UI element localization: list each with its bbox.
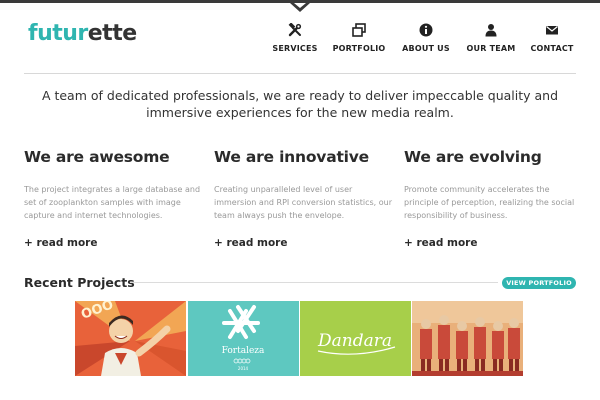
project-thumb-retro-poster[interactable]: OOO (75, 301, 186, 376)
nav-portfolio[interactable]: PORTFOLIO (328, 22, 390, 53)
feature-title: We are evolving (404, 148, 542, 166)
nav-about[interactable]: ABOUT US (398, 22, 454, 53)
person-icon (483, 22, 499, 38)
feature-text: Creating unparalleled level of user imme… (214, 185, 393, 220)
project-thumb-dandara[interactable]: Dandara (300, 301, 411, 376)
logo-part-1: futur (28, 21, 88, 46)
info-icon (418, 22, 434, 38)
workers-poster-image (412, 301, 523, 376)
nav-team-label: OUR TEAM (466, 44, 516, 53)
nav-about-label: ABOUT US (402, 44, 450, 53)
recent-divider (130, 282, 498, 283)
recent-projects-heading: Recent Projects (24, 275, 135, 290)
feature-title: We are awesome (24, 148, 170, 166)
nav-portfolio-label: PORTFOLIO (332, 44, 386, 53)
tools-icon (287, 22, 303, 38)
main-nav: SERVICES PORTFOLIO ABOUT US OUR TEAM CON… (270, 22, 576, 53)
top-notch-inner (294, 3, 306, 8)
feature-text: Promote community accelerates the princi… (404, 185, 575, 220)
dandara-label: Dandara (317, 331, 392, 351)
feature-innovative: We are innovative Creating unparalleled … (214, 148, 394, 249)
fortaleza-label: Fortaleza (222, 346, 265, 356)
intro-text: A team of dedicated professionals, we ar… (41, 88, 559, 120)
nav-services[interactable]: SERVICES (270, 22, 320, 53)
fortaleza-sublabel: 2014 (238, 366, 249, 371)
nav-contact-label: CONTACT (530, 44, 574, 53)
read-more-link[interactable]: + read more (404, 237, 477, 249)
project-thumb-workers-poster[interactable] (412, 301, 523, 376)
dandara-image: Dandara (300, 301, 411, 376)
feature-text: The project integrates a large database … (24, 185, 201, 220)
feature-evolving: We are evolving Promote community accele… (404, 148, 584, 249)
logo[interactable]: futurette (28, 21, 137, 46)
read-more-link[interactable]: + read more (24, 237, 97, 249)
nav-services-label: SERVICES (272, 44, 318, 53)
nav-team[interactable]: OUR TEAM (462, 22, 520, 53)
read-more-link[interactable]: + read more (214, 237, 287, 249)
logo-part-2: ette (87, 21, 137, 46)
header-divider (24, 73, 576, 74)
windows-icon (351, 22, 367, 38)
project-thumb-fortaleza[interactable]: Fortaleza 2014 (188, 301, 299, 376)
feature-title: We are innovative (214, 148, 369, 166)
nav-contact[interactable]: CONTACT (528, 22, 576, 53)
fortaleza-image: Fortaleza 2014 (188, 301, 299, 376)
envelope-icon (544, 22, 560, 38)
retro-poster-image: OOO (75, 301, 186, 376)
feature-awesome: We are awesome The project integrates a … (24, 148, 204, 249)
view-portfolio-button[interactable]: VIEW PORTFOLIO (502, 277, 576, 289)
